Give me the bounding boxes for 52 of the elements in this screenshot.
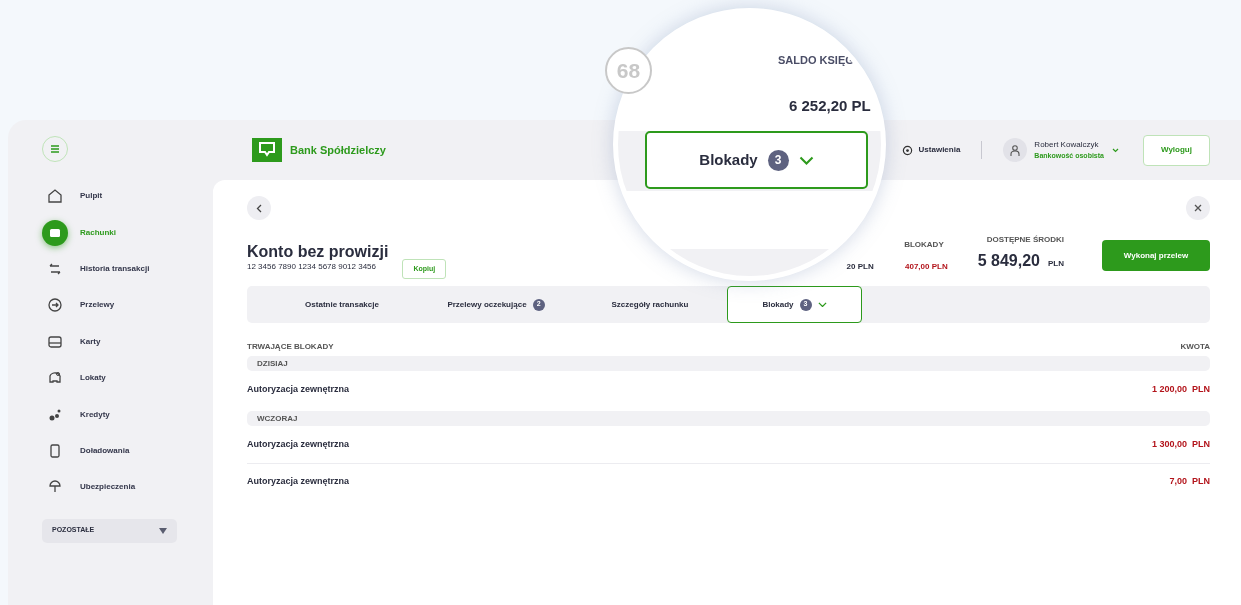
bank-name: Bank Spółdzielczy [290,142,386,158]
close-button[interactable] [1186,196,1210,220]
logo-icon [252,138,282,162]
user-icon [1010,144,1021,156]
currency-label: PLN [1048,258,1064,270]
close-icon [1194,204,1202,212]
logout-button[interactable]: Wyloguj [1143,134,1210,166]
balance-amount: 6 252,20 PL [789,96,871,116]
home-icon [47,188,63,205]
block-amount: 7,00 PLN [1169,475,1210,489]
tab[interactable]: Blokady 3 [645,131,868,189]
balance-amount: 20 PLN [846,261,874,273]
date-group-header: WCZORAJ [247,411,1210,426]
transfer-icon [47,297,63,314]
block-amount: 1 300,00 PLN [1151,437,1210,451]
chevron-down-icon[interactable] [1112,147,1119,153]
chevron-down-icon [817,301,827,308]
tab[interactable]: Szczegóły rachunku [573,286,727,323]
account-number: 12 3456 7890 1234 5678 9012 3456 [247,261,377,273]
column-header: TRWAJĄCE BLOKADY [247,341,334,353]
available-amount: 5 849,20 [977,251,1040,271]
sidebar-item[interactable]: Kredyty [80,408,110,421]
sidebar-item[interactable]: Doładowania [80,444,130,457]
sidebar-item[interactable]: Historia transakcji [80,262,150,275]
block-title: Autoryzacja zewnętrzna [247,475,350,489]
block-title: Autoryzacja zewnętrzna [247,382,350,396]
phone-icon [47,442,63,459]
sidebar-item[interactable]: Karty [80,335,101,348]
transfer-button[interactable]: Wykonaj przelew [1102,240,1210,271]
settings-link[interactable]: Ustawienia [918,144,961,156]
dropdown-arrow-icon [159,527,167,534]
card-icon [47,333,63,350]
back-button[interactable] [247,196,271,220]
block-title: Autoryzacja zewnętrzna [247,437,350,451]
settings-icon [901,144,913,156]
menu-icon [51,145,59,153]
available-label: DOSTĘPNE ŚRODKI [986,234,1064,246]
tab[interactable]: Ostatnie transakcje [265,286,419,323]
back-icon [256,203,262,213]
date-group-header: DZISIAJ [247,356,1210,371]
blocks-label: BLOKADY [904,239,944,251]
sidebar-item[interactable]: Lokaty [80,372,106,385]
account-name: Konto bez prowizji [247,243,389,261]
blocks-amount: 407,00 PLN [905,261,948,273]
user-name: Robert Kowalczyk [1034,138,1100,151]
sidebar-item[interactable]: Przelewy [80,299,115,312]
chevron-down-icon [798,155,814,165]
sidebar-item[interactable]: Pulpit [80,190,103,203]
count-badge: 3 [767,149,789,171]
sidebar-item[interactable]: Ubezpieczenia [80,481,136,494]
block-amount: 1 200,00 PLN [1151,382,1210,396]
column-header: KWOTA [1180,341,1210,353]
